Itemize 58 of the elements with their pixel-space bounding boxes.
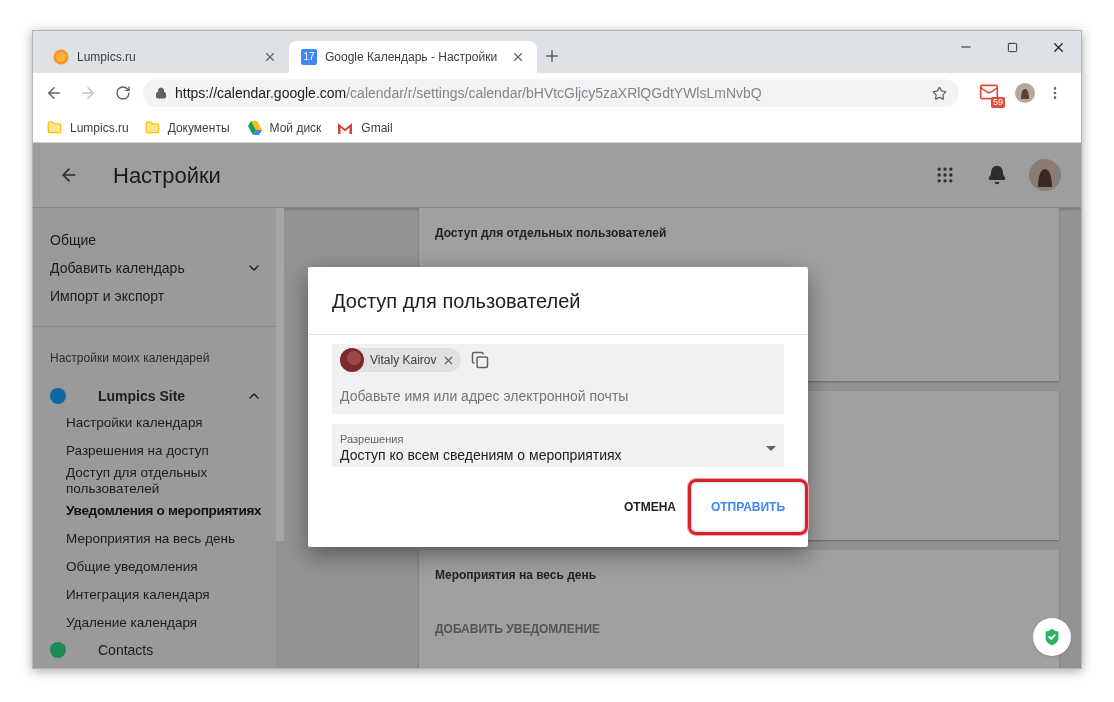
scrollbar[interactable] xyxy=(276,208,284,541)
bookmark[interactable]: Gmail xyxy=(337,118,393,137)
section-heading: Настройки моих календарей xyxy=(49,350,211,367)
calendar-settings-link[interactable]: Удаление календаря xyxy=(33,609,276,637)
bookmark[interactable]: Lumpics.ru xyxy=(47,118,129,137)
avatar-icon[interactable] xyxy=(1029,159,1061,191)
calendar-settings-link[interactable]: Интеграция календаря xyxy=(33,581,276,609)
calendar-icon: 17 xyxy=(301,49,317,65)
cancel-button[interactable]: ОТМЕНА xyxy=(616,489,684,525)
permissions-select[interactable]: Разрешения Доступ ко всем сведениям о мероприятиях xyxy=(332,424,784,467)
calendar-settings-link[interactable]: Общие уведомления xyxy=(33,553,276,581)
bookmark[interactable]: Документы xyxy=(144,118,230,137)
security-badge[interactable] xyxy=(1033,618,1071,656)
calendar-item[interactable]: Contacts xyxy=(33,637,276,663)
lock-icon xyxy=(155,87,167,99)
calendar-item[interactable]: Lumpics Site xyxy=(33,383,276,409)
tab-title: Google Календарь - Настройки xyxy=(325,49,499,66)
send-button[interactable]: ОТПРАВИТЬ xyxy=(688,479,808,535)
dropdown-arrow-icon xyxy=(766,445,776,451)
back-icon[interactable] xyxy=(45,84,63,102)
bookmark-star-icon[interactable] xyxy=(932,85,947,101)
apps-grid-icon[interactable] xyxy=(935,165,955,185)
address-bar[interactable]: https://calendar.google.com/calendar/r/settings/calendar/bHVtcGljcy5zaXRlQGdtYWlsLmNvbQ xyxy=(143,79,959,107)
reload-icon[interactable] xyxy=(115,85,131,101)
person-chip[interactable]: Vitaly Kairov xyxy=(340,348,462,372)
gmail-icon xyxy=(337,121,354,134)
copy-icon[interactable] xyxy=(471,351,490,369)
close-icon[interactable] xyxy=(511,50,525,64)
card-title: Мероприятия на весь день xyxy=(435,567,598,585)
avatar-icon xyxy=(340,348,364,372)
sidebar-item[interactable]: Импорт и экспорт xyxy=(33,282,276,310)
notifications-icon[interactable] xyxy=(987,165,1007,185)
calendar-settings-link[interactable]: Уведомления о мероприятиях xyxy=(33,497,276,525)
people-field[interactable]: Vitaly Kairov Добавьте имя или адрес электронной почты xyxy=(332,344,784,414)
calendar-settings-link[interactable]: Разрешения на доступ xyxy=(33,437,276,465)
sidebar-item[interactable]: Общие xyxy=(33,226,276,254)
page-title: Настройки xyxy=(113,161,222,190)
browser-tab[interactable]: 17 Google Календарь - Настройки xyxy=(289,41,537,73)
folder-icon xyxy=(144,120,160,135)
close-icon[interactable] xyxy=(263,50,277,64)
url-text: https://calendar.google.com/calendar/r/settings/calendar/bHVtcGljcy5zaXRlQGdtYWlsLmNvbQ xyxy=(175,83,763,103)
select-value: Доступ ко всем сведениям о мероприятиях xyxy=(340,445,623,464)
bookmark[interactable]: Мой диск xyxy=(245,118,322,137)
fruit-slice-icon xyxy=(53,49,69,65)
dialog-title: Доступ для пользователей xyxy=(308,267,808,335)
calendar-settings-link[interactable]: Доступ для отдельных пользователей xyxy=(33,465,243,497)
calendar-settings-link[interactable]: Настройки календаря xyxy=(33,409,276,437)
folder-icon xyxy=(47,120,62,135)
email-input[interactable]: Добавьте имя или адрес электронной почты xyxy=(340,386,776,407)
calendar-settings-link[interactable]: Мероприятия на весь день xyxy=(33,525,276,553)
tab-title: Lumpics.ru xyxy=(77,49,137,66)
card-title: Доступ для отдельных пользователей xyxy=(435,225,668,242)
sidebar-item[interactable]: Добавить календарь xyxy=(33,254,276,282)
avatar-icon[interactable] xyxy=(1015,83,1035,103)
new-tab-icon[interactable] xyxy=(543,47,561,65)
drive-icon xyxy=(245,120,262,135)
select-label: Разрешения xyxy=(340,432,405,446)
mail-count-badge: 59 xyxy=(991,97,1005,108)
